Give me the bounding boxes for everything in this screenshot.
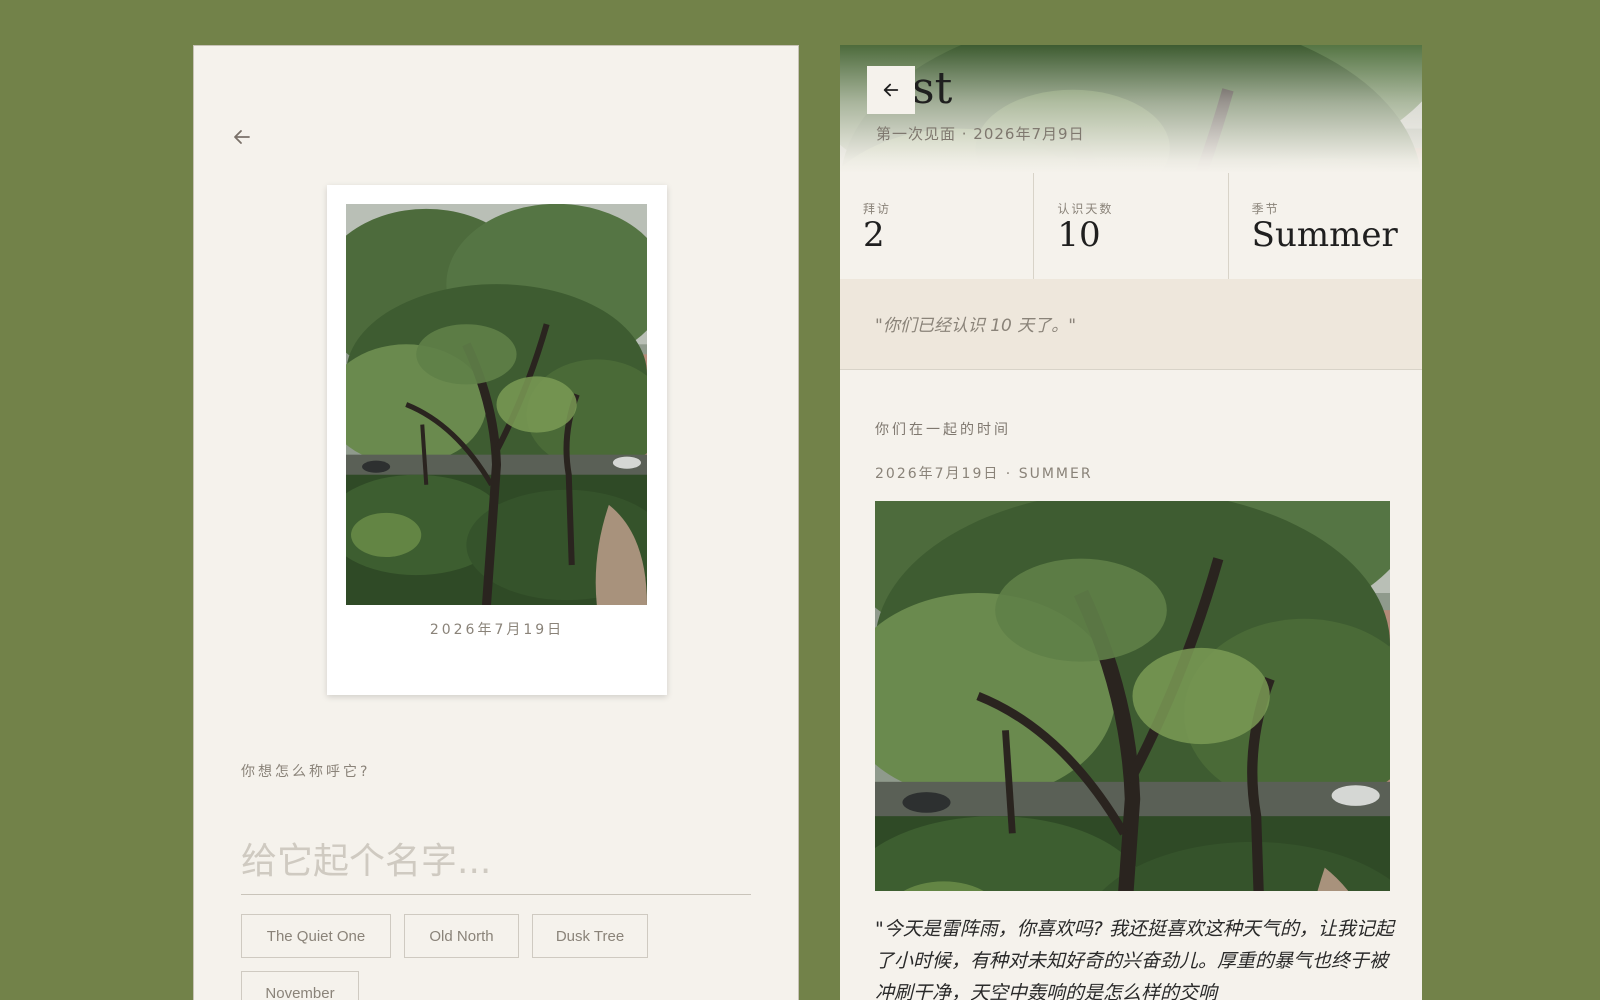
tree-photo: [346, 204, 647, 605]
suggestion-chip[interactable]: Old North: [404, 914, 519, 958]
entry-photo[interactable]: [875, 501, 1390, 891]
stat-days-known: 认识天数 10: [1034, 173, 1229, 279]
hero-header: st 第一次见面 · 2026年7月9日: [840, 45, 1422, 173]
tree-detail-panel: st 第一次见面 · 2026年7月9日 拜访 2 认识天数 10 季节 Sum…: [840, 45, 1422, 1000]
entry-text: "今天是雷阵雨，你喜欢吗? 我还挺喜欢这种天气的，让我记起了小时候，有种对未知好…: [875, 918, 1394, 1000]
quote-text: "你们已经认识 10 天了。": [875, 316, 1077, 336]
stat-value: 10: [1057, 215, 1101, 255]
arrow-left-icon: [234, 130, 250, 144]
naming-panel: 2026年7月19日 你想怎么称呼它? The Quiet One Old No…: [193, 45, 799, 1000]
stat-value: 2: [863, 215, 885, 255]
section-label: 你们在一起的时间: [875, 422, 1011, 438]
back-button[interactable]: [228, 123, 256, 151]
suggestion-chip[interactable]: Dusk Tree: [532, 914, 648, 958]
suggestion-chip[interactable]: The Quiet One: [241, 914, 391, 958]
arrow-left-icon: [883, 83, 899, 97]
stat-visits: 拜访 2: [840, 173, 1035, 279]
name-prompt: 你想怎么称呼它?: [241, 764, 371, 780]
back-button[interactable]: [867, 66, 915, 114]
polaroid-card: 2026年7月19日: [327, 185, 667, 695]
suggestion-chip[interactable]: November: [241, 971, 359, 1000]
stat-season: 季节 Summer: [1229, 173, 1422, 279]
polaroid-date: 2026年7月19日: [429, 622, 565, 638]
entry-date: 2026年7月19日 · SUMMER: [875, 466, 1093, 482]
stats-row: 拜访 2 认识天数 10 季节 Summer: [840, 173, 1422, 280]
tree-title: st: [912, 63, 953, 114]
relationship-quote: "你们已经认识 10 天了。": [840, 279, 1422, 370]
first-meet-date: 第一次见面 · 2026年7月9日: [876, 125, 1085, 143]
tree-name-input[interactable]: [241, 836, 751, 895]
stat-value: Summer: [1251, 215, 1398, 255]
